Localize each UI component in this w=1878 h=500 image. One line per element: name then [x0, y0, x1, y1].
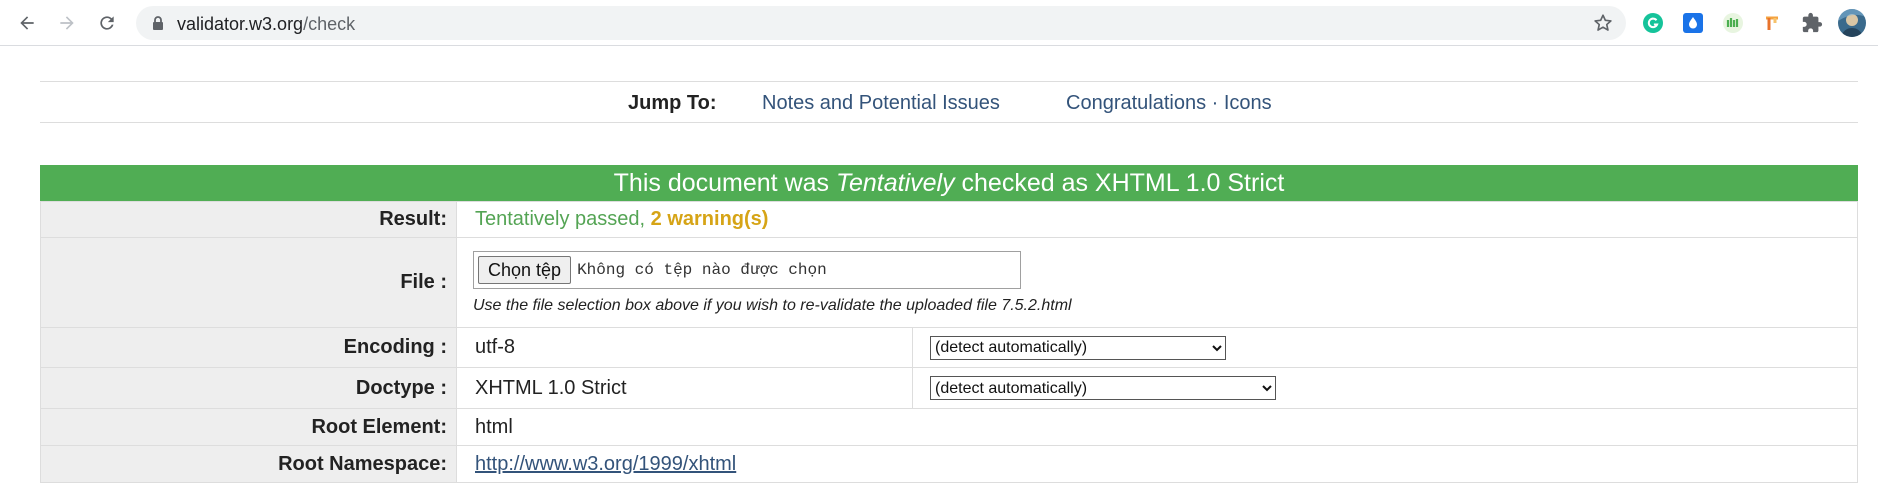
file-hint: Use the file selection box above if you …	[473, 297, 1072, 314]
result-passed: Tentatively passed,	[475, 208, 651, 230]
row-encoding: Encoding : utf-8 (detect automatically)	[40, 327, 1858, 368]
puzzle-icon[interactable]	[1800, 11, 1824, 35]
file-input[interactable]: Chọn tệp Không có tệp nào được chọn	[473, 251, 1021, 289]
row-result: Result: Tentatively passed, 2 warning(s)	[40, 201, 1858, 238]
result-label: Result:	[40, 201, 457, 238]
root-namespace-label: Root Namespace:	[40, 445, 457, 483]
root-namespace-link[interactable]: http://www.w3.org/1999/xhtml	[475, 453, 736, 475]
encoding-label: Encoding :	[40, 327, 457, 368]
doctype-value: XHTML 1.0 Strict	[456, 367, 913, 409]
congratulations-icons-link[interactable]: Congratulations · Icons	[1066, 92, 1272, 115]
jump-to-label: Jump To:	[628, 92, 717, 114]
result-value: Tentatively passed, 2 warning(s)	[456, 201, 1858, 238]
root-element-value: html	[456, 408, 1858, 446]
encoding-select[interactable]: (detect automatically)	[930, 335, 1226, 360]
star-icon[interactable]	[1592, 12, 1614, 34]
encoding-value: utf-8	[456, 327, 913, 368]
doctype-label: Doctype :	[40, 367, 457, 409]
doctype-select[interactable]: (detect automatically)	[930, 376, 1276, 401]
result-header: This document was Tentatively checked as…	[40, 165, 1858, 201]
warnings-count[interactable]: 2 warning(s)	[651, 208, 769, 230]
notes-link[interactable]: Notes and Potential Issues	[762, 92, 1000, 115]
result-table: Result: Tentatively passed, 2 warning(s)…	[40, 201, 1858, 483]
address-bar[interactable]: validator.w3.org/check	[136, 6, 1626, 40]
row-doctype: Doctype : XHTML 1.0 Strict (detect autom…	[40, 367, 1858, 409]
profile-avatar[interactable]	[1838, 9, 1866, 37]
row-root-namespace: Root Namespace: http://www.w3.org/1999/x…	[40, 445, 1858, 483]
green-extension-icon[interactable]	[1721, 11, 1745, 35]
row-root-element: Root Element: html	[40, 408, 1858, 446]
file-cell: Chọn tệp Không có tệp nào được chọn Use …	[456, 237, 1858, 328]
root-element-label: Root Element:	[40, 408, 457, 446]
dropbox-drop-icon[interactable]	[1681, 11, 1705, 35]
reload-icon[interactable]	[93, 9, 121, 37]
doctype-select-cell: (detect automatically)	[912, 367, 1858, 409]
grammarly-icon[interactable]	[1641, 11, 1665, 35]
jump-to-bar: Jump To: Notes and Potential Issues Cong…	[40, 81, 1858, 123]
encoding-select-cell: (detect automatically)	[912, 327, 1858, 368]
choose-file-button[interactable]: Chọn tệp	[478, 256, 572, 284]
root-namespace-cell: http://www.w3.org/1999/xhtml	[456, 445, 1858, 483]
browser-toolbar: validator.w3.org/check	[0, 0, 1878, 46]
row-file: File : Chọn tệp Không có tệp nào được ch…	[40, 237, 1858, 328]
orange-extension-icon[interactable]	[1761, 11, 1785, 35]
file-label: File :	[40, 237, 457, 328]
url-text: validator.w3.org/check	[177, 14, 356, 34]
back-icon[interactable]	[13, 9, 41, 37]
no-file-chosen-text: Không có tệp nào được chọn	[577, 261, 827, 279]
lock-icon[interactable]	[150, 15, 166, 31]
validator-page: Jump To: Notes and Potential Issues Cong…	[0, 47, 1878, 500]
forward-icon[interactable]	[53, 9, 81, 37]
